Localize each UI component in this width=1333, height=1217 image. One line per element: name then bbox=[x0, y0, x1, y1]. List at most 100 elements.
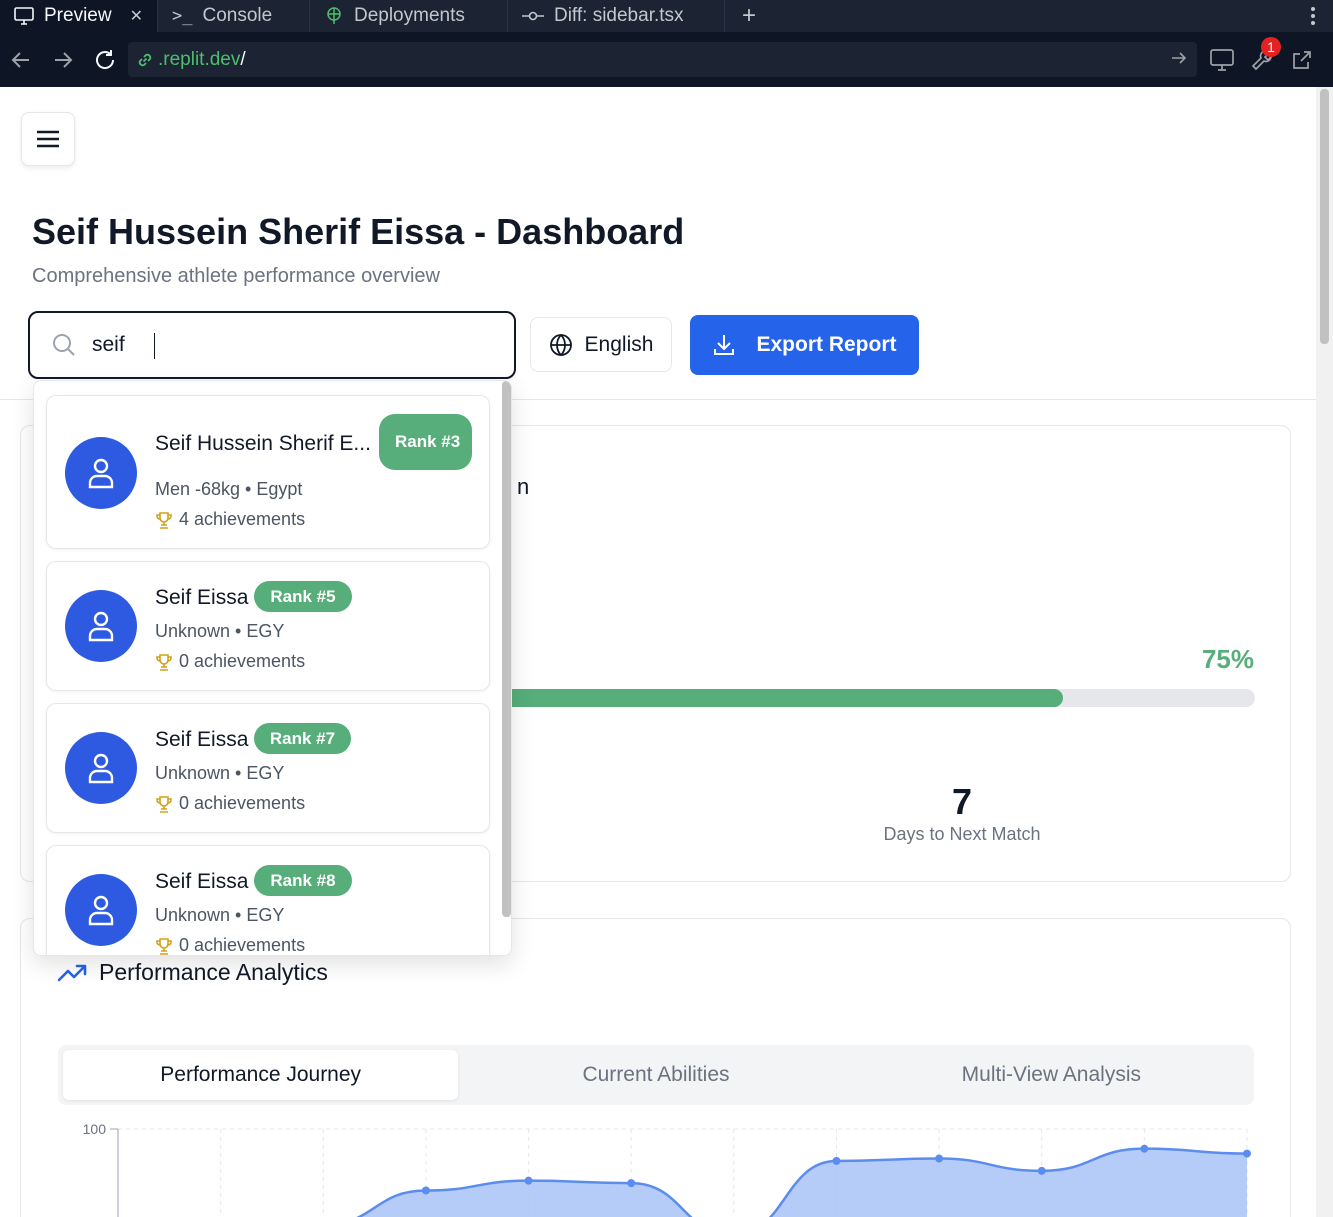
back-button[interactable] bbox=[0, 39, 42, 81]
forward-button[interactable] bbox=[42, 39, 84, 81]
avatar bbox=[65, 437, 137, 509]
reload-button[interactable] bbox=[84, 39, 126, 81]
reload-icon bbox=[96, 49, 115, 69]
close-icon[interactable]: ✕ bbox=[130, 6, 143, 26]
download-icon bbox=[714, 335, 735, 355]
tab-preview[interactable]: Preview ✕ bbox=[0, 0, 158, 32]
devtools-wrench-icon[interactable]: 1 bbox=[1249, 36, 1281, 73]
analytics-tabs: Performance Journey Current Abilities Mu… bbox=[58, 1045, 1254, 1105]
avatar bbox=[65, 732, 137, 804]
result-name: Seif Eissa bbox=[155, 870, 249, 893]
user-icon bbox=[88, 895, 114, 926]
hamburger-icon bbox=[37, 130, 59, 148]
user-icon bbox=[88, 458, 114, 489]
search-icon bbox=[53, 334, 75, 356]
search-input[interactable] bbox=[92, 333, 472, 357]
days-to-next-match-label: Days to Next Match bbox=[883, 824, 1041, 844]
result-name: Seif Eissa bbox=[155, 586, 249, 609]
progress-percent: 75% bbox=[1201, 644, 1254, 674]
export-report-button[interactable]: Export Report bbox=[690, 315, 919, 375]
result-achievements: 0 achievements bbox=[155, 935, 306, 955]
analytics-title: Performance Analytics bbox=[99, 959, 328, 985]
search-result-card[interactable]: Seif Eissa Rank #7 Unknown • EGY 0 achie… bbox=[46, 703, 490, 833]
page-scroll-thumb[interactable] bbox=[1320, 89, 1329, 344]
globe-icon bbox=[549, 333, 572, 356]
go-icon[interactable] bbox=[1171, 50, 1187, 71]
tab-current-abilities[interactable]: Current Abilities bbox=[458, 1050, 853, 1100]
data-point bbox=[832, 1156, 841, 1165]
progress-fill bbox=[487, 689, 1063, 707]
user-icon bbox=[88, 611, 114, 642]
data-point bbox=[935, 1154, 944, 1163]
device-preview-icon[interactable] bbox=[1209, 47, 1235, 73]
achievements-count: 4 achievements bbox=[179, 509, 306, 529]
language-button[interactable]: English bbox=[530, 317, 672, 372]
result-name: Seif Hussein Sherif E... bbox=[155, 432, 371, 455]
avatar bbox=[65, 590, 137, 662]
analytics-heading: Performance Analytics bbox=[57, 959, 328, 986]
rank-badge: Rank #3 bbox=[379, 414, 472, 470]
tab-multi-view-analysis[interactable]: Multi-View Analysis bbox=[854, 1050, 1249, 1100]
monitor-icon bbox=[14, 7, 34, 25]
analytics-card: Performance Analytics Performance Journe… bbox=[20, 918, 1291, 1217]
trophy-icon bbox=[156, 653, 172, 671]
deployments-icon bbox=[327, 7, 341, 24]
notification-badge: 1 bbox=[1261, 36, 1281, 57]
arrow-left-icon bbox=[11, 51, 29, 68]
data-point bbox=[1140, 1144, 1149, 1153]
open-external-icon[interactable] bbox=[1289, 47, 1315, 73]
result-meta: Unknown • EGY bbox=[155, 905, 285, 925]
app-viewport: Seif Hussein Sherif Eissa - Dashboard Co… bbox=[0, 87, 1316, 1217]
search-result-card[interactable]: Seif Eissa Rank #5 Unknown • EGY 0 achie… bbox=[46, 561, 490, 691]
url-path: / bbox=[240, 48, 246, 70]
athlete-search[interactable] bbox=[28, 311, 516, 379]
diff-icon bbox=[521, 11, 544, 21]
tab-label-preview: Preview bbox=[44, 5, 112, 26]
replit-tab-bar: Preview ✕ >_ Console Deployments Diff: s… bbox=[0, 0, 1333, 32]
search-result-card[interactable]: Seif Hussein Sherif E... Rank #3 Men -68… bbox=[46, 395, 490, 549]
dropdown-scrollbar[interactable] bbox=[502, 381, 511, 917]
achievements-count: 0 achievements bbox=[179, 935, 306, 955]
url-bar: .replit.dev/ 1 bbox=[0, 32, 1333, 87]
rank-badge: Rank #8 bbox=[254, 865, 352, 896]
tab-deployments[interactable]: Deployments bbox=[310, 0, 508, 32]
result-achievements: 0 achievements bbox=[155, 793, 305, 814]
tab-label-deployments: Deployments bbox=[353, 5, 465, 26]
url-text: .replit.dev/ bbox=[158, 49, 246, 71]
trophy-icon bbox=[156, 795, 172, 813]
result-achievements: 0 achievements bbox=[155, 651, 305, 672]
page-scrollbar[interactable] bbox=[1316, 87, 1333, 1217]
data-point bbox=[524, 1176, 533, 1185]
tab-label-console: Console bbox=[202, 5, 273, 26]
tab-performance-journey[interactable]: Performance Journey bbox=[63, 1050, 459, 1100]
terminal-icon: >_ bbox=[171, 6, 193, 26]
tab-diff[interactable]: Diff: sidebar.tsx bbox=[508, 0, 725, 32]
performance-journey-chart: 100 bbox=[83, 1121, 1251, 1217]
language-label: English bbox=[584, 332, 654, 356]
avatar bbox=[65, 874, 137, 946]
add-tab-button[interactable]: + bbox=[725, 0, 773, 32]
menu-button[interactable] bbox=[21, 112, 75, 166]
data-point bbox=[421, 1186, 430, 1195]
data-point bbox=[1037, 1166, 1046, 1175]
chrome-actions: 1 bbox=[1209, 32, 1333, 87]
result-meta: Unknown • EGY bbox=[155, 763, 285, 783]
trending-up-icon bbox=[57, 964, 87, 981]
arrow-right-icon bbox=[55, 51, 73, 68]
page-title: Seif Hussein Sherif Eissa - Dashboard bbox=[32, 211, 685, 252]
export-label: Export Report bbox=[756, 333, 897, 356]
result-achievements: 4 achievements bbox=[155, 509, 305, 530]
user-icon bbox=[88, 753, 114, 784]
text-caret bbox=[154, 333, 155, 359]
search-results-dropdown: Seif Hussein Sherif E... Rank #3 Men -68… bbox=[33, 380, 512, 956]
search-result-card[interactable]: Seif Eissa Rank #8 Unknown • EGY 0 achie… bbox=[46, 845, 490, 955]
result-meta: Unknown • EGY bbox=[155, 621, 285, 641]
achievements-count: 0 achievements bbox=[179, 651, 306, 671]
data-point bbox=[627, 1179, 636, 1188]
url-field[interactable]: .replit.dev/ bbox=[128, 42, 1197, 77]
tab-console[interactable]: >_ Console bbox=[158, 0, 310, 32]
tab-label-diff: Diff: sidebar.tsx bbox=[553, 5, 684, 26]
days-to-next-match-value: 7 bbox=[951, 781, 973, 822]
progress-track bbox=[487, 689, 1255, 707]
more-options-icon[interactable] bbox=[1293, 0, 1333, 32]
